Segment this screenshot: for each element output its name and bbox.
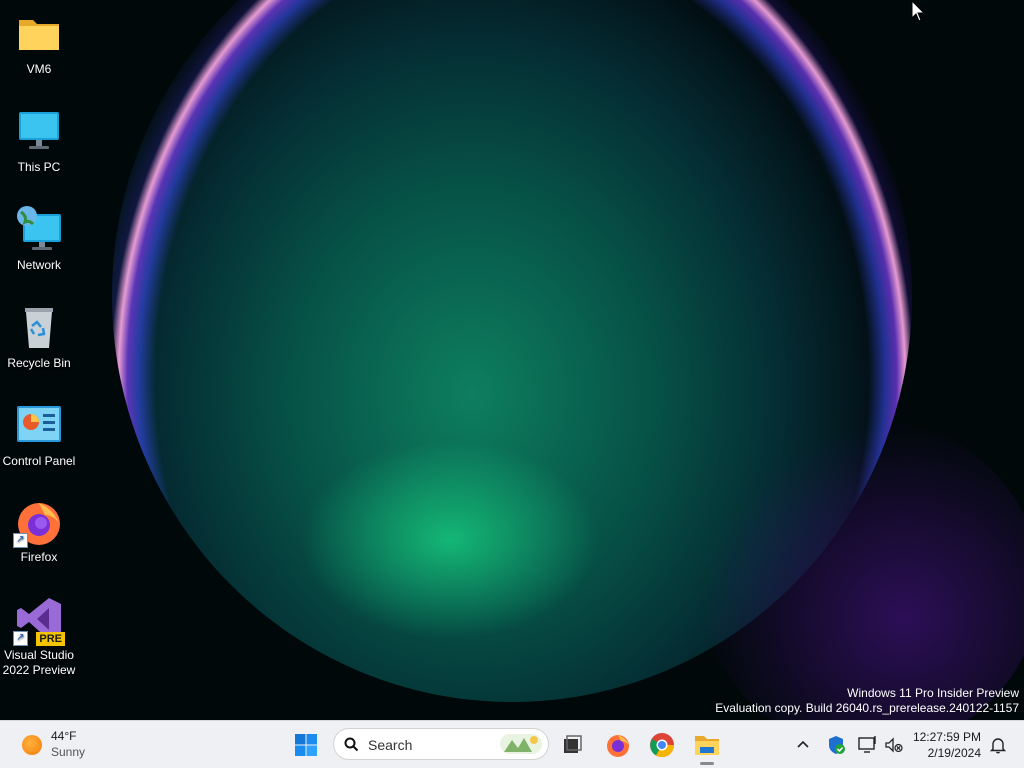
wallpaper-bloom <box>112 0 912 702</box>
task-view-icon <box>564 735 582 753</box>
monitor-icon <box>15 108 63 156</box>
preview-badge: PRE <box>36 632 65 646</box>
firefox-icon: ↗ <box>13 498 63 548</box>
shortcut-arrow-icon: ↗ <box>13 631 28 646</box>
wallpaper-ring <box>112 0 912 702</box>
desktop-icon-label: Control Panel <box>2 454 76 468</box>
desktop-icon-label: This PC <box>17 160 61 174</box>
weather-condition: Sunny <box>51 745 86 759</box>
file-explorer-button[interactable] <box>690 728 724 765</box>
search-icon <box>344 737 359 752</box>
recycle-bin-icon <box>15 304 63 352</box>
sun-icon <box>22 735 42 755</box>
network-tray-button[interactable] <box>856 733 880 757</box>
weather-temperature: 44°F <box>51 729 77 743</box>
mouse-cursor-icon <box>911 0 926 27</box>
firefox-button[interactable] <box>601 728 635 762</box>
desktop-icon-control-panel[interactable]: Control Panel <box>0 402 78 469</box>
taskbar-search-box[interactable]: Search <box>333 728 549 760</box>
task-view-button[interactable] <box>555 728 589 762</box>
clock-time: 12:27:59 PM <box>912 730 981 744</box>
desktop-icon-label: Visual Studio 2022 Preview <box>2 648 76 677</box>
wallpaper-glow <box>300 440 600 640</box>
network-icon <box>15 206 63 254</box>
volume-tray-button[interactable] <box>882 733 906 757</box>
desktop-icon-label: Network <box>16 258 61 272</box>
weather-widget[interactable]: 44°F Sunny <box>20 728 100 762</box>
start-button[interactable] <box>289 728 323 762</box>
display-icon <box>858 736 876 753</box>
desktop-icon-label: Firefox <box>20 550 58 564</box>
notifications-button[interactable] <box>986 733 1010 757</box>
desktop-icon-vm6[interactable]: VM6 <box>0 10 78 77</box>
firefox-icon <box>607 735 629 757</box>
desktop-icon-label: VM6 <box>26 62 52 76</box>
taskbar: 44°F Sunny Search 12:27:59 PM 2/19/2024 <box>0 720 1024 768</box>
desktop-icon-this-pc[interactable]: This PC <box>0 108 78 175</box>
volume-muted-icon <box>885 737 903 753</box>
desktop-icon-label: Recycle Bin <box>7 356 71 370</box>
shortcut-arrow-icon: ↗ <box>13 533 28 548</box>
control-panel-icon <box>15 402 63 450</box>
wallpaper-purple-glow <box>700 420 1024 720</box>
running-indicator <box>700 762 714 765</box>
security-tray-button[interactable] <box>824 733 848 757</box>
search-label: Search <box>368 737 413 753</box>
chevron-up-icon <box>797 740 809 748</box>
watermark-line-1: Windows 11 Pro Insider Preview <box>847 686 1019 700</box>
search-highlight-icon <box>500 734 542 754</box>
watermark-line-2: Evaluation copy. Build 26040.rs_prerelea… <box>715 701 1019 715</box>
desktop-icon-firefox[interactable]: ↗ Firefox <box>0 498 78 565</box>
windows-logo-icon <box>295 734 317 756</box>
bell-icon <box>989 738 1007 754</box>
chrome-button[interactable] <box>645 728 679 762</box>
folder-icon <box>695 736 719 755</box>
desktop: VM6 This PC Network Recycle Bin Control … <box>0 0 1024 720</box>
desktop-icon-visual-studio[interactable]: PRE ↗ Visual Studio 2022 Preview <box>0 596 78 678</box>
desktop-icon-recycle-bin[interactable]: Recycle Bin <box>0 304 78 371</box>
chrome-icon <box>650 733 675 758</box>
desktop-icon-network[interactable]: Network <box>0 206 78 273</box>
visual-studio-icon: PRE ↗ <box>13 596 65 646</box>
evaluation-watermark: Windows 11 Pro Insider Preview Evaluatio… <box>715 686 1019 716</box>
show-hidden-icons-button[interactable] <box>791 733 815 757</box>
taskbar-clock[interactable]: 12:27:59 PM 2/19/2024 <box>913 729 981 761</box>
shield-icon <box>829 736 845 754</box>
folder-icon <box>15 10 63 58</box>
clock-date: 2/19/2024 <box>927 746 981 760</box>
